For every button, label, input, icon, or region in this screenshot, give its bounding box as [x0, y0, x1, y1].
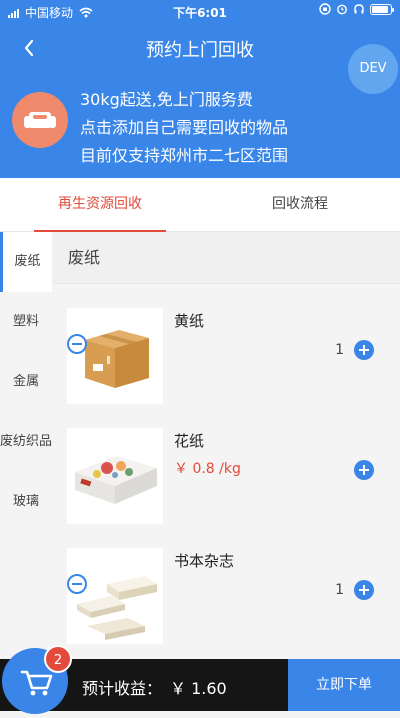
service-info: 30kg起送,免上门服务费 点击添加自己需要回收的物品 目前仅支持郑州市二七区范… — [80, 88, 288, 172]
sidebar-item-paper[interactable]: 废纸 — [0, 232, 52, 292]
earnings-value: ￥ 1.60 — [170, 679, 227, 698]
category-sidebar: 废纸 塑料 金属 废纺织品 玻璃 — [0, 232, 52, 711]
list-item: 黄纸 1 — [52, 308, 400, 418]
product-price: ￥ 0.8 /kg — [174, 461, 241, 477]
dev-badge[interactable]: DEV — [348, 44, 398, 94]
sidebar-item-textile[interactable]: 废纺织品 — [0, 412, 52, 472]
page-title: 预约上门回收 — [146, 40, 254, 61]
info-line: 目前仅支持郑州市二七区范围 — [80, 146, 289, 165]
decrease-button[interactable] — [67, 334, 87, 354]
orientation-lock-icon — [319, 3, 331, 15]
tab-recycling[interactable]: 再生资源回收 — [0, 178, 200, 232]
product-name: 黄纸 — [174, 312, 205, 330]
increase-button[interactable] — [354, 460, 374, 480]
sofa-icon — [24, 112, 56, 128]
earnings-label: 预计收益： — [82, 679, 163, 698]
cardboard-box-icon — [85, 330, 149, 388]
decrease-button[interactable] — [67, 574, 87, 594]
list-item: 花纸 ￥ 0.8 /kg — [52, 428, 400, 538]
product-name: 花纸 — [174, 432, 205, 450]
battery-icon — [370, 3, 394, 15]
status-bar: 中国移动 下午6:01 — [0, 0, 400, 22]
quantity-value: 1 — [335, 342, 344, 358]
place-order-button[interactable]: 立即下单 — [288, 659, 400, 711]
info-line: 点击添加自己需要回收的物品 — [80, 118, 289, 137]
header: 中国移动 下午6:01 预约上门回收 DEV 30kg起送,免上门服务费 点击添… — [0, 0, 400, 178]
tab-process[interactable]: 回收流程 — [200, 178, 400, 232]
books-icon — [77, 576, 157, 640]
cart-count-badge: 2 — [44, 645, 72, 673]
sofa-icon-circle — [12, 92, 68, 148]
sidebar-item-metal[interactable]: 金属 — [0, 352, 52, 412]
product-list: 废纸 黄纸 1 花纸 ￥ 0.8 /kg 书本杂志 1 — [52, 232, 400, 711]
product-image — [67, 428, 163, 524]
info-line: 30kg起送,免上门服务费 — [80, 90, 253, 109]
headphones-icon — [354, 4, 364, 14]
estimated-earnings: 预计收益： ￥ 1.60 — [82, 675, 227, 699]
product-image — [67, 548, 163, 644]
increase-button[interactable] — [354, 340, 374, 360]
category-title: 废纸 — [52, 232, 400, 284]
product-image — [67, 308, 163, 404]
alarm-icon — [337, 4, 347, 15]
quantity-value: 1 — [335, 582, 344, 598]
product-name: 书本杂志 — [174, 552, 235, 570]
increase-button[interactable] — [354, 580, 374, 600]
list-item: 书本杂志 1 — [52, 548, 400, 658]
gift-box-icon — [75, 456, 157, 504]
tab-bar: 再生资源回收 回收流程 — [0, 178, 400, 232]
sidebar-item-glass[interactable]: 玻璃 — [0, 472, 52, 532]
sidebar-item-plastic[interactable]: 塑料 — [0, 292, 52, 352]
